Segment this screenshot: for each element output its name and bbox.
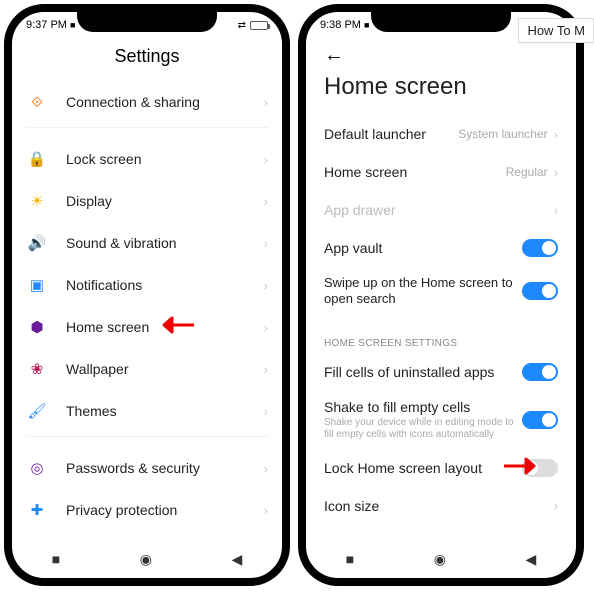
settings-item[interactable]: 🔊 Sound & vibration› <box>12 222 282 264</box>
toggle-switch[interactable] <box>522 459 558 477</box>
page-title: Home screen <box>306 69 576 115</box>
divider <box>26 127 268 128</box>
nav-back[interactable]: ◀ <box>231 551 242 568</box>
chevron-right-icon: › <box>264 320 268 335</box>
settings-item[interactable]: Fill cells of uninstalled apps <box>306 353 576 391</box>
tooltip-label: How To M <box>518 18 594 43</box>
settings-item[interactable]: ◎ Passwords & security› <box>12 447 282 489</box>
item-icon: 🔒 <box>26 148 48 170</box>
chevron-right-icon: › <box>264 362 268 377</box>
item-label: Home screen <box>66 319 264 335</box>
chevron-right-icon: › <box>264 194 268 209</box>
nav-bar: ■ ◉ ◀ <box>12 540 282 578</box>
divider <box>26 436 268 437</box>
notch <box>77 10 217 32</box>
settings-item[interactable]: ⟐ Connection & sharing› <box>12 81 282 123</box>
nav-recent[interactable]: ■ <box>346 551 354 567</box>
item-label: Fill cells of uninstalled apps <box>324 364 514 380</box>
item-label: Wallpaper <box>66 361 264 377</box>
item-icon: ⟐ <box>26 91 48 113</box>
chevron-right-icon: › <box>264 152 268 167</box>
item-label: Privacy protection <box>66 502 264 518</box>
item-icon: ❀ <box>26 358 48 380</box>
chevron-right-icon: › <box>554 127 558 142</box>
chevron-right-icon: › <box>264 503 268 518</box>
item-label: Notifications <box>66 277 264 293</box>
phone-right: 9:38 PM ■ ⇄ ← Home screen Default launch… <box>298 4 584 586</box>
item-label: Swipe up on the Home screen to open sear… <box>324 275 514 308</box>
item-label: Lock Home screen layout <box>324 460 514 476</box>
item-label: App drawer <box>324 202 546 218</box>
item-icon: ▣ <box>26 274 48 296</box>
nav-home[interactable]: ◉ <box>140 551 152 568</box>
settings-item[interactable]: 🖌 Themes› <box>12 390 282 432</box>
phone-left: 9:37 PM ■ ⇄ Settings ⟐Connection & shari… <box>4 4 290 586</box>
nav-recent[interactable]: ■ <box>52 551 60 567</box>
toggle-switch[interactable] <box>522 411 558 429</box>
settings-item[interactable]: App vault <box>306 229 576 267</box>
toggle-switch[interactable] <box>522 239 558 257</box>
nav-back[interactable]: ◀ <box>525 551 536 568</box>
toggle-switch[interactable] <box>522 363 558 381</box>
toggle-switch[interactable] <box>522 282 558 300</box>
settings-item[interactable]: ⬢ Home screen› <box>12 306 282 348</box>
item-label: Display <box>66 193 264 209</box>
item-icon: ⬢ <box>26 316 48 338</box>
settings-item[interactable]: ✚ Privacy protection› <box>12 489 282 531</box>
settings-item[interactable]: Default launcher System launcher › <box>306 115 576 153</box>
item-label: Shake to fill empty cells <box>324 399 514 415</box>
item-value: System launcher <box>458 127 547 141</box>
item-label: Passwords & security <box>66 460 264 476</box>
chevron-right-icon: › <box>264 95 268 110</box>
item-icon: 🖌 <box>26 400 48 422</box>
chevron-right-icon: › <box>264 461 268 476</box>
settings-item[interactable]: Icon size › <box>306 487 576 525</box>
item-icon: ✚ <box>26 499 48 521</box>
item-label: Default launcher <box>324 126 450 142</box>
chevron-right-icon: › <box>554 498 558 513</box>
chevron-right-icon: › <box>554 203 558 218</box>
page-title: Settings <box>12 38 282 81</box>
item-icon: ◎ <box>26 457 48 479</box>
chevron-right-icon: › <box>264 404 268 419</box>
item-label: Lock screen <box>66 151 264 167</box>
item-label: Sound & vibration <box>66 235 264 251</box>
chevron-right-icon: › <box>554 165 558 180</box>
notch <box>371 10 511 32</box>
item-label: Connection & sharing <box>66 94 264 110</box>
item-value: Regular <box>506 165 548 179</box>
item-label: Themes <box>66 403 264 419</box>
settings-item: App drawer › <box>306 191 576 229</box>
item-icon: 🔊 <box>26 232 48 254</box>
settings-item[interactable]: Swipe up on the Home screen to open sear… <box>306 267 576 316</box>
chevron-right-icon: › <box>264 236 268 251</box>
item-label: Home screen <box>324 164 498 180</box>
back-arrow-icon: ← <box>324 44 344 66</box>
settings-item[interactable]: 🔒 Lock screen› <box>12 138 282 180</box>
item-label: Icon size <box>324 498 546 514</box>
chevron-right-icon: › <box>264 278 268 293</box>
nav-bar: ■ ◉ ◀ <box>306 540 576 578</box>
settings-item[interactable]: ❀ Wallpaper› <box>12 348 282 390</box>
settings-item[interactable]: ▣ Notifications› <box>12 264 282 306</box>
settings-item[interactable]: Home screen Regular › <box>306 153 576 191</box>
item-description: Shake your device while in editing mode … <box>324 417 514 441</box>
settings-item[interactable]: Shake to fill empty cells Shake your devi… <box>306 391 576 449</box>
nav-home[interactable]: ◉ <box>434 551 446 568</box>
item-label: App vault <box>324 240 514 256</box>
section-header: HOME SCREEN SETTINGS <box>306 330 576 353</box>
settings-item[interactable]: Lock Home screen layout <box>306 449 576 487</box>
settings-item[interactable]: ☀ Display› <box>12 180 282 222</box>
item-icon: ☀ <box>26 190 48 212</box>
